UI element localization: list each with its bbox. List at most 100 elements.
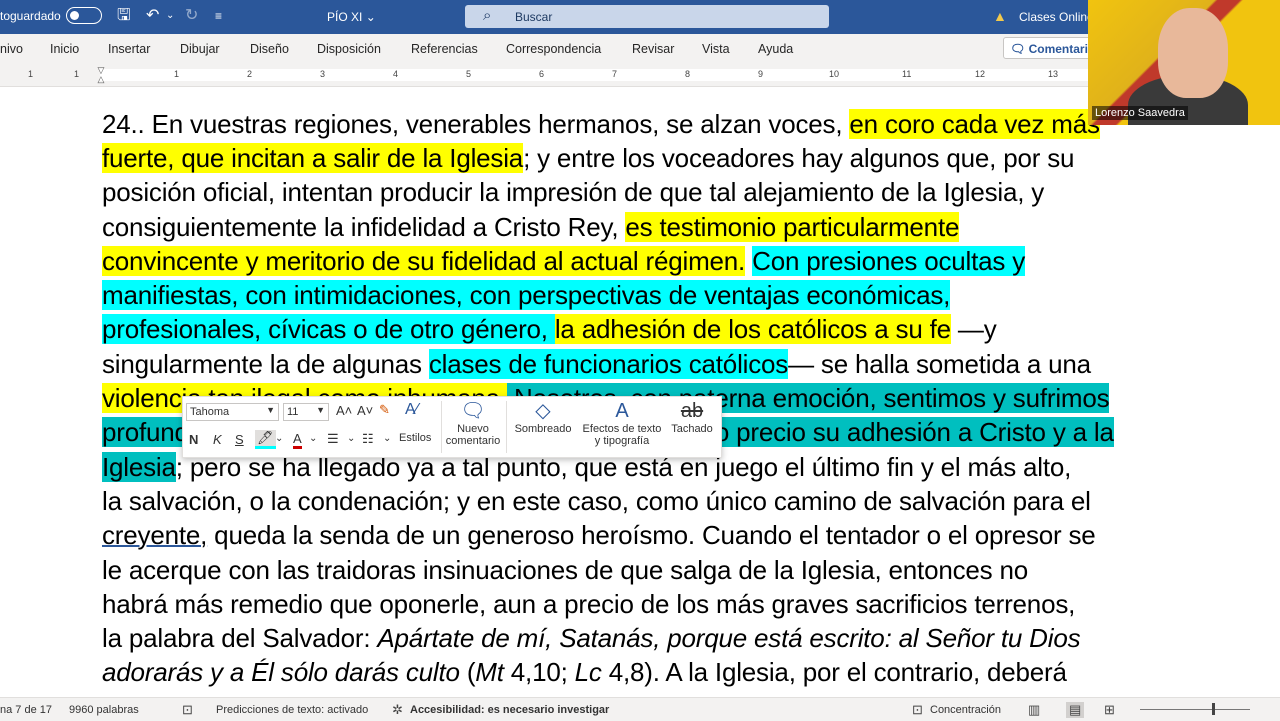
zoom-slider[interactable] xyxy=(1140,703,1250,715)
text-line: la palabra del Salvador: Apártate de mí,… xyxy=(102,623,1081,653)
highlight-color-icon[interactable]: 🖊 xyxy=(255,430,276,449)
tab-help[interactable]: Ayuda xyxy=(758,42,793,56)
bold-button[interactable]: N xyxy=(189,432,198,447)
text-line: adorarás y a Él sólo darás culto (Mt 4,1… xyxy=(102,657,1067,687)
focus-icon[interactable]: ⊡ xyxy=(912,702,923,718)
indent-marker-icon[interactable]: ▽ △ xyxy=(96,66,106,84)
autosave-toggle[interactable] xyxy=(66,7,102,24)
comments-label: Comentari xyxy=(1028,42,1088,56)
ruler-number: 10 xyxy=(829,69,840,79)
word-count[interactable]: 9960 palabras xyxy=(69,704,139,716)
tab-design[interactable]: Diseño xyxy=(250,42,289,56)
save-icon[interactable]: 🖫 xyxy=(117,7,131,25)
font-color-icon[interactable]: A xyxy=(293,431,302,449)
ruler-number: 11 xyxy=(902,69,912,79)
new-comment-label: Nuevo comentario xyxy=(445,423,501,447)
tab-references[interactable]: Referencias xyxy=(411,42,478,56)
document-name[interactable]: PÍO XI ⌄ xyxy=(327,10,376,24)
read-mode-icon[interactable]: ▥ xyxy=(1028,702,1040,718)
italic-button[interactable]: K xyxy=(213,432,222,447)
ruler-number: 2 xyxy=(247,69,253,79)
page-count[interactable]: na 7 de 17 xyxy=(0,704,52,716)
tab-file[interactable]: nivo xyxy=(0,42,23,56)
ruler-number: 1 xyxy=(74,69,80,79)
styles-button[interactable]: Estilos xyxy=(399,432,431,444)
chevron-down-icon: ⌄ xyxy=(365,10,376,24)
divider xyxy=(506,401,507,453)
autosave-label: toguardado xyxy=(0,9,61,23)
tab-mailings[interactable]: Correspondencia xyxy=(506,42,601,56)
ruler-number: 6 xyxy=(539,69,545,79)
chevron-down-icon[interactable]: ⌄ xyxy=(347,433,355,444)
tab-insert[interactable]: Insertar xyxy=(108,42,150,56)
search-box[interactable]: ⌕ Buscar xyxy=(465,5,829,28)
numbering-icon[interactable]: ☷ xyxy=(362,431,374,447)
search-placeholder: Buscar xyxy=(515,10,553,24)
ruler-number: 1 xyxy=(174,69,180,79)
tab-home[interactable]: Inicio xyxy=(50,42,79,56)
underline-button[interactable]: S xyxy=(235,432,244,447)
undo-dropdown-icon[interactable]: ⌄ xyxy=(166,7,174,25)
font-family-select[interactable]: Tahoma ▼ xyxy=(186,403,279,421)
shading-button[interactable]: ◇ Sombreado xyxy=(510,399,576,435)
shrink-font-icon[interactable]: A˅ xyxy=(357,403,373,418)
text-line: creyente, queda la senda de un generoso … xyxy=(102,520,1096,550)
presenter-face xyxy=(1158,8,1228,98)
search-icon: ⌕ xyxy=(483,7,492,24)
strikethrough-button[interactable]: ab Tachado xyxy=(667,399,717,435)
styles-gallery-icon[interactable]: A⁄ xyxy=(405,401,418,419)
text-line: le acerque con las traidoras insinuacion… xyxy=(102,555,1028,585)
text-line: profesionales, cívicas o de otro género,… xyxy=(102,314,997,344)
font-family-value: Tahoma xyxy=(190,406,230,418)
text-effects-label: Efectos de texto y tipografía xyxy=(582,423,662,447)
ruler-number: 3 xyxy=(320,69,326,79)
chevron-down-icon: ▼ xyxy=(266,405,275,415)
chevron-down-icon[interactable]: ⌄ xyxy=(309,433,317,444)
status-bar: na 7 de 17 9960 palabras ⊡ Predicciones … xyxy=(0,697,1280,721)
text-line: fuerte, que incitan a salir de la Iglesi… xyxy=(102,143,1075,173)
tab-view[interactable]: Vista xyxy=(702,42,730,56)
text-predictions-status[interactable]: Predicciones de texto: activado xyxy=(216,704,368,716)
tab-draw[interactable]: Dibujar xyxy=(180,42,220,56)
format-painter-icon[interactable]: ✎ xyxy=(379,402,390,418)
strikethrough-icon: ab xyxy=(680,400,704,422)
text-line: consiguientemente la infidelidad a Crist… xyxy=(102,212,960,242)
text-line: manifiestas, con intimidaciones, con per… xyxy=(102,280,951,310)
ruler-number: 13 xyxy=(1048,69,1059,79)
bullets-icon[interactable]: ☰ xyxy=(327,431,339,447)
chevron-down-icon[interactable]: ⌄ xyxy=(383,433,391,444)
print-layout-icon[interactable]: ▤ xyxy=(1066,702,1085,718)
customize-toolbar-icon[interactable]: ≡ xyxy=(215,7,222,25)
grow-font-icon[interactable]: A˄ xyxy=(336,403,352,418)
focus-mode-button[interactable]: Concentración xyxy=(930,704,1001,716)
chevron-down-icon[interactable]: ⌄ xyxy=(275,433,283,444)
ruler-number: 4 xyxy=(393,69,399,79)
tab-review[interactable]: Revisar xyxy=(632,42,674,56)
paint-bucket-icon: ◇ xyxy=(535,400,551,422)
text-effects-icon: A xyxy=(615,400,629,422)
document-page[interactable]: 24.. En vuestras regiones, venerables he… xyxy=(0,87,1280,697)
divider xyxy=(441,401,442,453)
text-line: 24.. En vuestras regiones, venerables he… xyxy=(102,109,1100,139)
webcam-overlay: Lorenzo Saavedra xyxy=(1088,0,1280,125)
ruler-number: 9 xyxy=(758,69,764,79)
mini-toolbar: Tahoma ▼ 11 ▼ A˄ A˅ ✎ A⁄ N K S 🖊 ⌄ A ⌄ ☰ ⌄… xyxy=(182,396,722,458)
accessibility-status[interactable]: Accesibilidad: es necesario investigar xyxy=(410,704,609,716)
web-layout-icon[interactable]: ⊞ xyxy=(1104,702,1115,718)
warning-icon[interactable]: ▲ xyxy=(993,8,1007,24)
font-size-select[interactable]: 11 ▼ xyxy=(283,403,329,421)
redo-icon[interactable]: ↻ xyxy=(185,7,198,25)
text-line: convincente y meritorio de su fidelidad … xyxy=(102,246,1026,276)
text-line: posición oficial, intentan producir la i… xyxy=(102,177,1045,207)
tab-layout[interactable]: Disposición xyxy=(317,42,381,56)
accessibility-icon[interactable]: ✲ xyxy=(392,702,403,718)
account-name[interactable]: Clases Online xyxy=(1019,10,1094,24)
text-line: la salvación, o la condenación; y en est… xyxy=(102,486,1091,516)
shading-label: Sombreado xyxy=(514,423,572,435)
proofing-icon[interactable]: ⊡ xyxy=(182,702,193,718)
ruler-number: 1 xyxy=(28,69,34,79)
undo-icon[interactable]: ↶ xyxy=(146,7,159,25)
text-line: habrá más remedio que oponerle, aun a pr… xyxy=(102,589,1076,619)
new-comment-button[interactable]: 🗨 Nuevo comentario xyxy=(443,399,503,447)
text-effects-button[interactable]: A Efectos de texto y tipografía xyxy=(579,399,665,447)
